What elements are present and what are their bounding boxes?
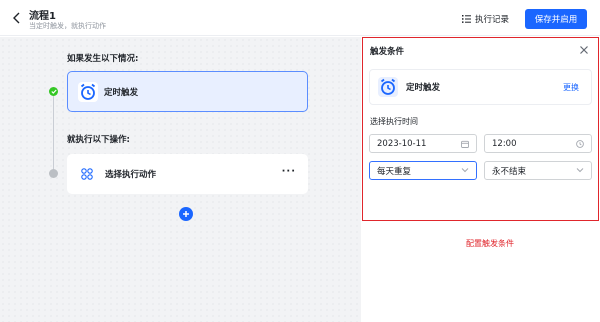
trigger-type-box: 定时触发 更换 [369, 69, 592, 105]
chevron-down-icon [461, 168, 469, 173]
panel-title: 触发条件 [370, 47, 405, 57]
header-bar: 流程1 当定时触发，就执行动作 执行记录 保存并启用 [0, 0, 600, 36]
calendar-icon [461, 140, 469, 148]
execution-log-label: 执行记录 [475, 15, 510, 25]
repeat-select[interactable]: 每天重复 [369, 161, 477, 180]
action-node-label: 选择执行动作 [105, 170, 157, 180]
alarm-clock-icon [378, 77, 398, 97]
step-pending-indicator [49, 169, 58, 178]
plus-icon [183, 211, 189, 217]
action-node-card[interactable]: 选择执行动作 ··· [67, 154, 308, 194]
annotation-caption: 配置触发条件 [466, 239, 514, 248]
time-value: 12:00 [492, 138, 517, 149]
highlight-frame [362, 37, 599, 221]
more-options-icon[interactable]: ··· [282, 166, 296, 177]
alarm-clock-icon [78, 81, 98, 102]
then-section-label: 就执行以下操作: [67, 135, 130, 145]
trigger-node-card[interactable]: 定时触发 [67, 71, 308, 112]
end-condition-select[interactable]: 永不结束 [484, 161, 592, 180]
flow-connector [53, 96, 54, 176]
page-subtitle: 当定时触发，就执行动作 [29, 22, 106, 30]
time-picker[interactable]: 12:00 [484, 134, 592, 153]
grid-apps-icon [81, 168, 93, 180]
if-section-label: 如果发生以下情况: [67, 54, 139, 64]
step-complete-indicator [49, 87, 58, 96]
clock-icon [576, 140, 584, 148]
execution-log-button[interactable]: 执行记录 [462, 12, 509, 26]
repeat-value: 每天重复 [377, 166, 412, 177]
back-arrow-icon[interactable] [12, 12, 22, 24]
close-icon[interactable] [579, 45, 589, 55]
trigger-type-label: 定时触发 [406, 83, 441, 93]
save-enable-button[interactable]: 保存并启用 [525, 9, 587, 29]
add-step-button[interactable] [179, 207, 193, 221]
check-icon [50, 89, 57, 94]
date-picker[interactable]: 2023-10-11 [369, 134, 477, 153]
end-value: 永不结束 [492, 166, 527, 177]
date-value: 2023-10-11 [377, 138, 427, 149]
list-icon [462, 15, 471, 23]
chevron-down-icon [576, 168, 584, 173]
change-trigger-link[interactable]: 更换 [563, 82, 579, 93]
page-title: 流程1 [29, 11, 56, 22]
time-section-label: 选择执行时间 [370, 117, 418, 126]
trigger-node-label: 定时触发 [104, 87, 139, 98]
